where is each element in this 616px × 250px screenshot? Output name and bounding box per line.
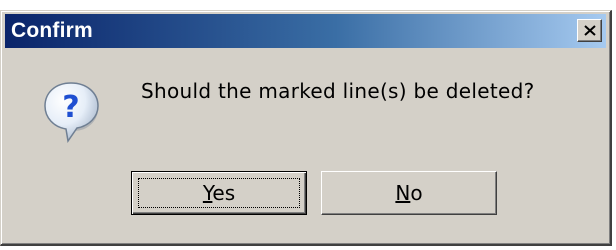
confirm-dialog: Confirm ? Should the marked line(s) be d…	[0, 10, 612, 246]
close-button[interactable]	[577, 19, 602, 42]
no-button[interactable]: No	[321, 171, 497, 215]
no-button-label: No	[395, 181, 423, 205]
dialog-title: Confirm	[11, 19, 93, 42]
svg-text:?: ?	[62, 90, 79, 125]
yes-button[interactable]: Yes	[131, 171, 307, 215]
close-icon	[583, 25, 596, 36]
title-bar[interactable]: Confirm	[5, 14, 606, 48]
question-icon: ?	[44, 82, 99, 143]
dialog-message: Should the marked line(s) be deleted?	[141, 79, 535, 103]
yes-button-label: Yes	[202, 181, 236, 205]
